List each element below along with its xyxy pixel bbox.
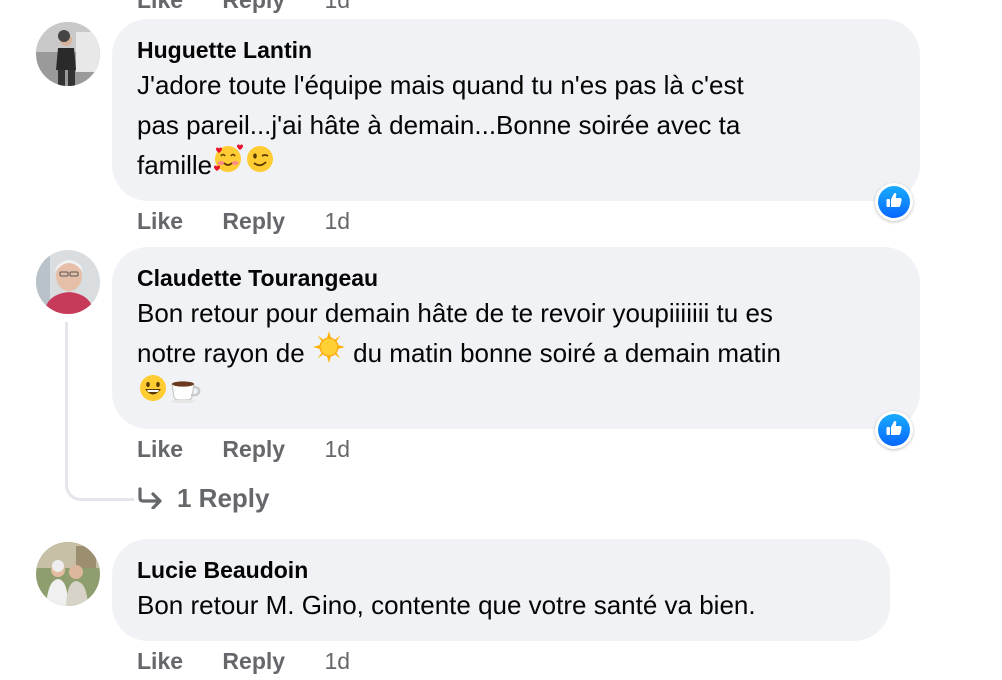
timestamp[interactable]: 1d [324,0,350,15]
winking-face-icon [244,143,276,186]
comment-author[interactable]: Lucie Beaudoin [137,555,864,585]
thumbs-up-icon [885,419,903,442]
reaction-badge[interactable] [875,183,913,221]
thumbs-up-icon [885,191,903,214]
comment-line-text: famille [137,150,213,180]
comment-text: J'adore toute l'équipe mais quand tu n'e… [137,65,894,186]
comment-actions: Like Reply 1d [137,646,350,676]
smiling-face-with-hearts-icon [212,143,244,186]
comment-line: J'adore toute l'équipe mais quand tu n'e… [137,70,744,100]
comment-author[interactable]: Claudette Tourangeau [137,263,894,293]
reply-link[interactable]: Reply [222,434,285,464]
comment-line: pas pareil...j'ai hâte à demain...Bonne … [137,110,741,140]
comment-line [137,375,894,416]
like-link[interactable]: Like [137,206,183,236]
comment-text: Bon retour pour demain hâte de te revoir… [137,293,894,415]
comment-line: Bon retour pour demain hâte de te revoir… [137,298,773,328]
grinning-face-icon [137,372,169,415]
comment-line-text: notre rayon de [137,338,305,368]
thread-connector [65,322,134,501]
reply-arrow-icon [137,483,165,517]
sun-icon [312,330,346,375]
timestamp[interactable]: 1d [324,646,350,676]
reply-link[interactable]: Reply [222,646,285,676]
comment-line: notre rayon de du matin bonne soiré a de… [137,330,894,375]
timestamp[interactable]: 1d [324,206,350,236]
reply-link[interactable]: Reply [222,0,285,15]
view-replies-label: 1 Reply [177,483,270,513]
timestamp[interactable]: 1d [324,434,350,464]
like-link[interactable]: Like [137,434,183,464]
reply-link[interactable]: Reply [222,206,285,236]
avatar[interactable] [36,542,100,606]
comment-line: famille [137,143,894,186]
comment-actions: Like Reply 1d [137,434,350,464]
comment-bubble: Huguette Lantin J'adore toute l'équipe m… [112,19,920,201]
avatar[interactable] [36,22,100,86]
like-link[interactable]: Like [137,0,183,15]
like-link[interactable]: Like [137,646,183,676]
comment-author[interactable]: Huguette Lantin [137,35,894,65]
comment-bubble: Claudette Tourangeau Bon retour pour dem… [112,247,920,429]
comment-actions: Like Reply 1d [137,206,350,236]
comment-line-text: du matin bonne soiré a demain matin [353,338,781,368]
comment-bubble: Lucie Beaudoin Bon retour M. Gino, conte… [112,539,890,641]
hot-beverage-icon [169,372,203,415]
view-replies-link[interactable]: 1 Reply [137,481,270,515]
avatar[interactable] [36,250,100,314]
comment-text: Bon retour M. Gino, contente que votre s… [137,585,864,625]
reaction-badge[interactable] [875,411,913,449]
comment-line: Bon retour M. Gino, contente que votre s… [137,590,756,620]
previous-comment-actions: Like Reply 1d [137,0,350,15]
